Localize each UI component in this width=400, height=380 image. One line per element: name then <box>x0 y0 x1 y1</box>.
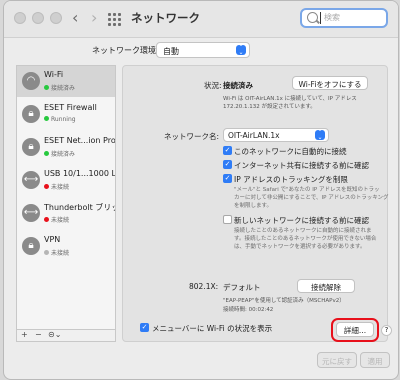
status-value: 接続済み <box>223 81 253 90</box>
title-bar: ‹ › ネットワーク 検索 <box>4 1 398 38</box>
status-text: 未接続 <box>51 184 70 191</box>
connection-time: 接続時間: 00:02:42 <box>223 305 273 313</box>
search-input[interactable]: 検索 <box>300 8 388 28</box>
remove-service-button[interactable]: − <box>35 330 42 339</box>
zoom-window-button[interactable] <box>50 12 62 24</box>
service-status: 接続済み <box>44 149 75 158</box>
wifi-off-button[interactable]: Wi-Fiをオフにする <box>292 76 368 90</box>
status-dot <box>44 151 49 156</box>
status-text: 接続済み <box>51 151 76 158</box>
limit-ip-tracking-label: IP アドレスのトラッキングを制限 <box>234 175 348 184</box>
service-status: Running <box>44 116 76 123</box>
show-in-menubar-checkbox[interactable]: ✓ <box>140 323 149 332</box>
status-dot <box>44 250 49 255</box>
ask-new-description-3: は、手動でネットワークを選択する必要があります。 <box>234 244 366 250</box>
network-environment-value: 自動 <box>163 47 179 56</box>
help-button[interactable]: ? <box>381 325 392 336</box>
network-environment-select[interactable]: 自動 ⌃ ⌄ <box>156 42 250 58</box>
network-name-select[interactable]: OIT-AirLAN.1x ⌃ ⌄ <box>223 128 329 142</box>
ask-new-networks-label: 新しいネットワークに接続する前に確認 <box>234 216 369 225</box>
x8021-value: デフォルト <box>223 283 261 292</box>
service-status: 未接続 <box>44 215 69 224</box>
connection-time-label: 接続時間: <box>223 307 247 313</box>
vpn-lock-icon: 🔒︎ <box>22 237 40 255</box>
service-name: ESET Net...ion Proxy <box>44 136 116 145</box>
status-dot <box>44 217 49 222</box>
service-name: Thunderbolt ブリッジ <box>44 203 115 212</box>
service-list: ◠ Wi-Fi 接続済み 🔒︎ ESET Firewall Running 🔒︎… <box>16 65 116 342</box>
close-window-button[interactable] <box>14 12 26 24</box>
service-name: Wi-Fi <box>44 70 64 79</box>
service-list-toolbar: + − ⊝⌄ <box>16 329 116 342</box>
lock-icon: 🔒︎ <box>22 105 40 123</box>
add-service-button[interactable]: + <box>21 330 28 339</box>
ask-hotspot-checkbox[interactable]: ✓ <box>223 160 232 169</box>
disconnect-button[interactable]: 接続解除 <box>297 279 355 293</box>
highlight-box <box>331 318 379 342</box>
service-status: 未接続 <box>44 248 69 257</box>
status-dot <box>44 85 49 90</box>
show-all-grid-icon[interactable] <box>108 13 121 26</box>
service-item-wifi[interactable]: ◠ Wi-Fi 接続済み <box>17 66 115 97</box>
auto-join-checkbox[interactable]: ✓ <box>223 146 232 155</box>
limit-ip-tracking-checkbox[interactable]: ✓ <box>223 174 232 183</box>
status-text: Running <box>51 116 76 123</box>
ask-new-networks-checkbox[interactable] <box>223 215 232 224</box>
x8021-label: 802.1X: <box>189 282 219 291</box>
chevron-updown-icon: ⌃ ⌄ <box>315 130 325 141</box>
apply-button[interactable]: 適用 <box>360 352 390 368</box>
network-name-value: OIT-AirLAN.1x <box>228 131 280 140</box>
minimize-window-button[interactable] <box>32 12 44 24</box>
status-text: 未接続 <box>51 217 70 224</box>
ethernet-icon: ⟷ <box>22 171 40 189</box>
window-title: ネットワーク <box>131 11 200 25</box>
service-status: 未接続 <box>44 182 69 191</box>
forward-arrow-icon[interactable]: › <box>91 8 97 27</box>
thunderbolt-bridge-icon: ⟷ <box>22 204 40 222</box>
search-placeholder: 検索 <box>324 13 340 22</box>
revert-button[interactable]: 元に戻す <box>317 352 357 368</box>
wifi-icon: ◠ <box>22 72 40 90</box>
search-icon <box>307 12 318 23</box>
status-description-1: Wi-Fi は OIT-AirLAN.1x に接続していて、IP アドレス <box>223 96 357 102</box>
status-dot <box>44 184 49 189</box>
service-item-eset-firewall[interactable]: 🔒︎ ESET Firewall Running <box>17 99 115 130</box>
status-label: 状況: <box>204 81 222 90</box>
service-name: USB 10/1...1000 LAN <box>44 169 116 178</box>
service-name: ESET Firewall <box>44 103 97 112</box>
connection-time-value: 00:02:42 <box>248 307 274 313</box>
service-item-thunderbolt-bridge[interactable]: ⟷ Thunderbolt ブリッジ 未接続 <box>17 198 115 229</box>
service-item-usb-lan[interactable]: ⟷ USB 10/1...1000 LAN 未接続 <box>17 165 115 196</box>
auto-join-label: このネットワークに自動的に接続 <box>234 147 347 156</box>
status-text: 接続済み <box>51 85 76 92</box>
service-status: 接続済み <box>44 83 75 92</box>
lock-icon: 🔒︎ <box>22 138 40 156</box>
ask-hotspot-label: インターネット共有に接続する前に確認 <box>234 161 369 170</box>
chevron-updown-icon: ⌃ ⌄ <box>236 45 246 56</box>
text-cursor <box>320 12 321 24</box>
network-preferences-window: ‹ › ネットワーク 検索 ネットワーク環境: 自動 ⌃ ⌄ ◠ Wi-Fi 接続… <box>3 0 399 380</box>
show-in-menubar-label: メニューバーに Wi-Fi の状況を表示 <box>152 324 273 333</box>
tracking-description-3: を制限します。 <box>234 203 272 209</box>
network-name-label: ネットワーク名: <box>164 132 220 141</box>
status-dot <box>44 116 49 121</box>
service-item-eset-proxy[interactable]: 🔒︎ ESET Net...ion Proxy 接続済み <box>17 132 115 163</box>
status-text: 未接続 <box>51 250 70 257</box>
status-description-2: 172.20.1.132 が設定されています。 <box>223 104 316 110</box>
service-item-vpn[interactable]: 🔒︎ VPN 未接続 <box>17 231 115 262</box>
auth-description: "EAP-PEAP"を使用して認証済み（MSCHAPv2） <box>223 298 345 304</box>
action-menu-button[interactable]: ⊝⌄ <box>48 330 61 339</box>
back-arrow-icon[interactable]: ‹ <box>72 8 78 27</box>
network-environment-label: ネットワーク環境: <box>92 46 159 55</box>
service-name: VPN <box>44 235 61 244</box>
